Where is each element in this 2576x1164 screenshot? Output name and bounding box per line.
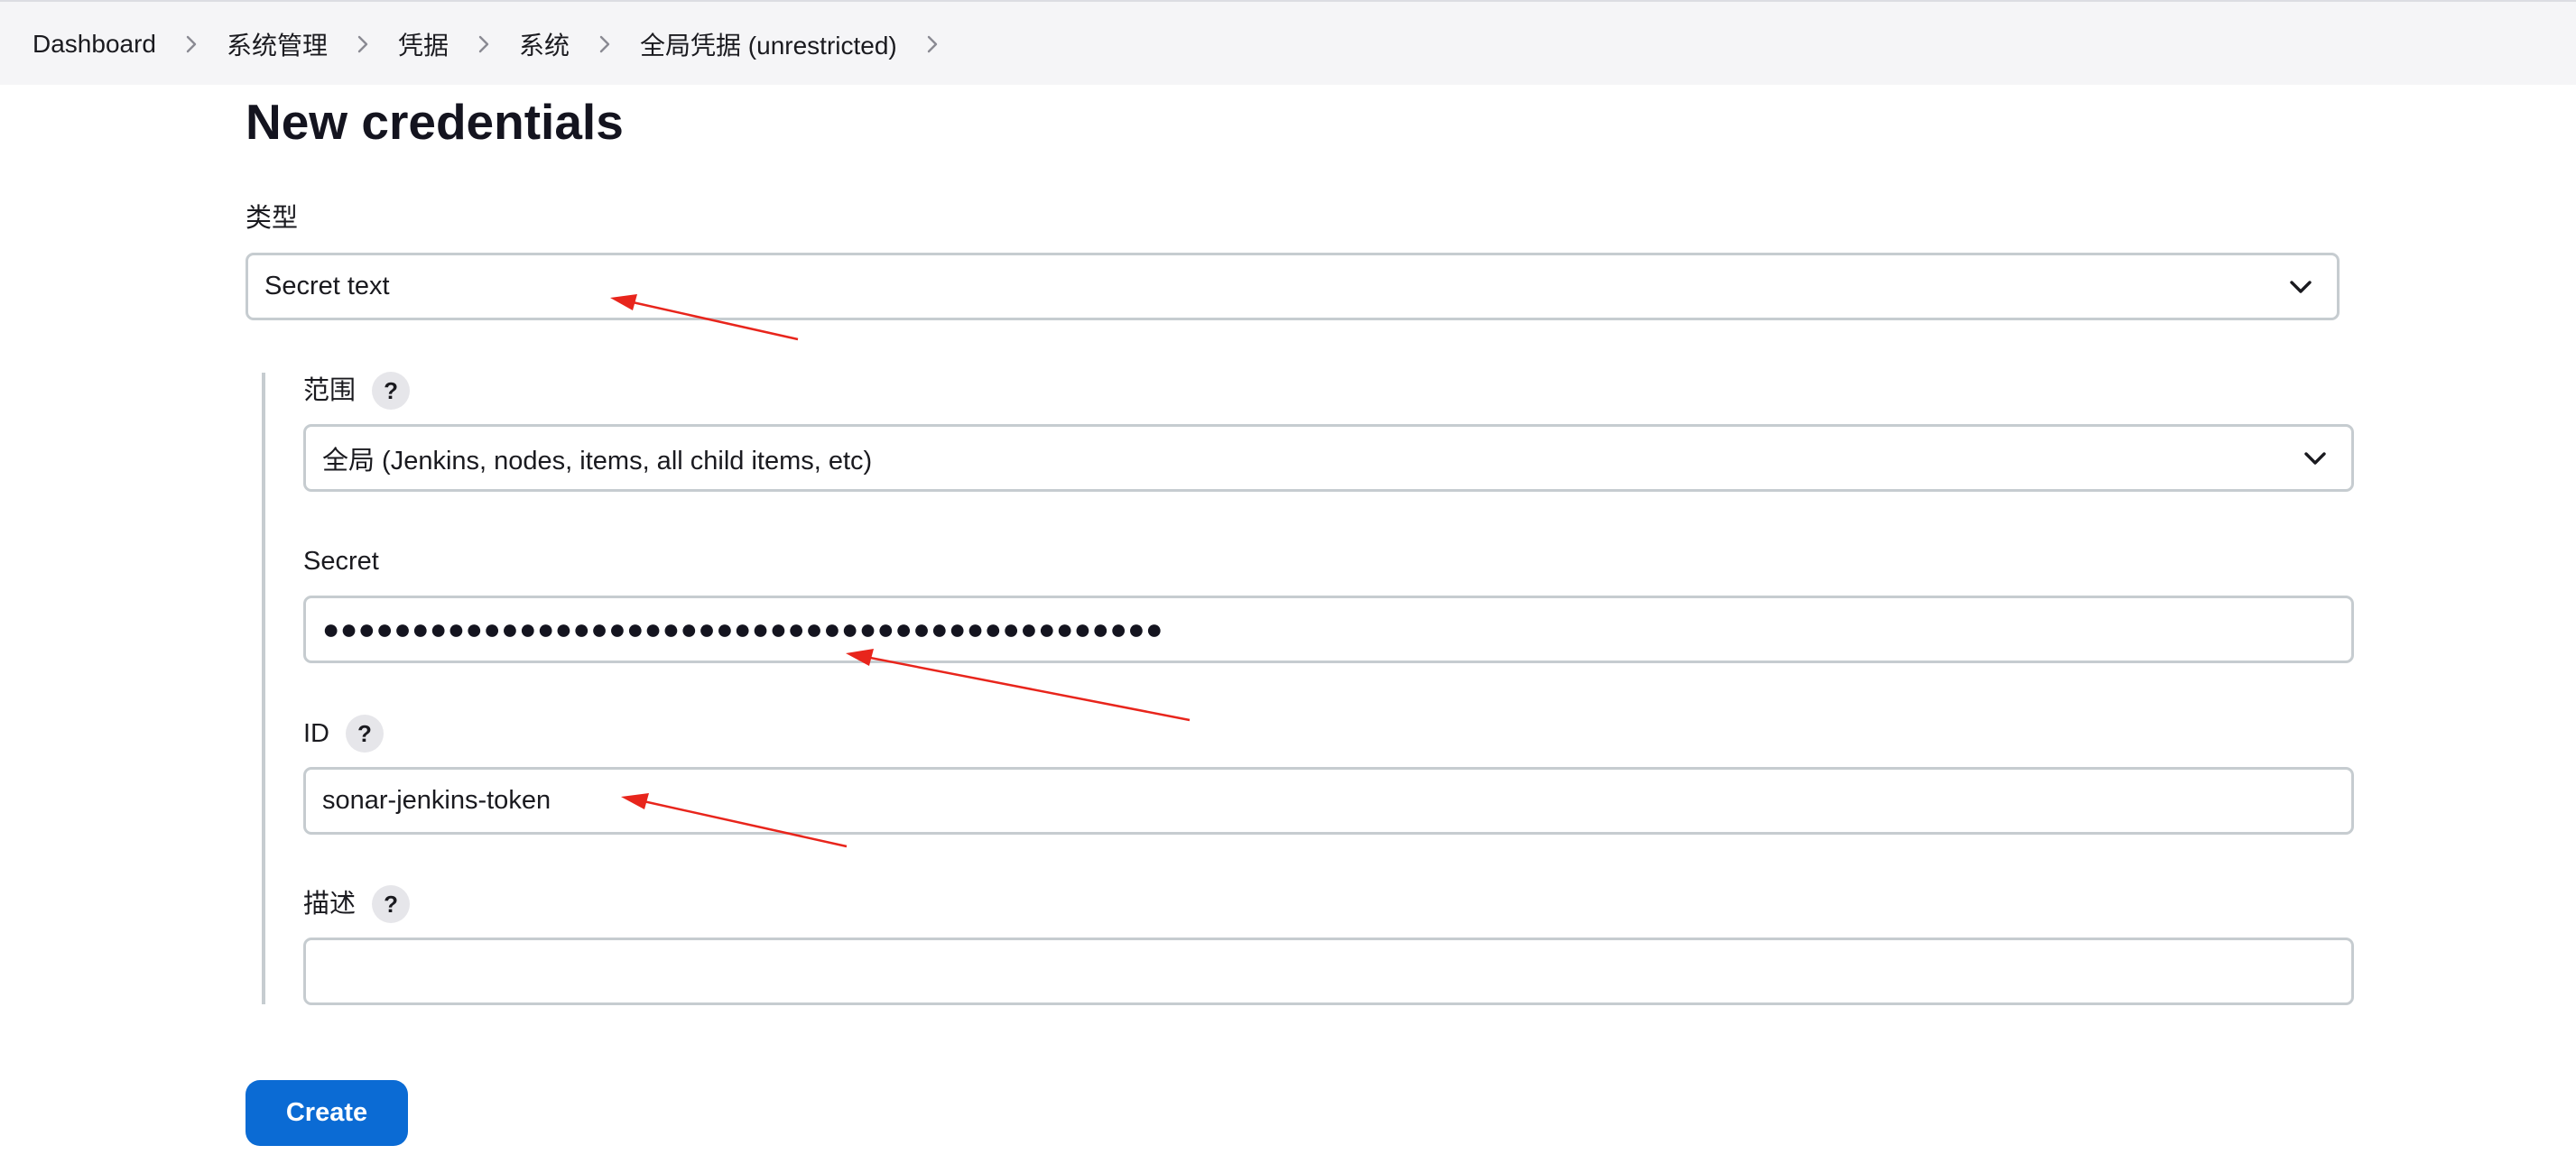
- help-icon[interactable]: ?: [372, 372, 411, 410]
- nested-section-border: [262, 373, 265, 1004]
- breadcrumb-bar: Dashboard 系统管理 凭据 系统 全局凭据 (unrestricted): [0, 0, 2576, 85]
- chevron-down-icon: [2284, 271, 2317, 303]
- id-input-value: sonar-jenkins-token: [322, 786, 551, 815]
- id-input[interactable]: sonar-jenkins-token: [303, 767, 2354, 835]
- secret-masked-value: ●●●●●●●●●●●●●●●●●●●●●●●●●●●●●●●●●●●●●●●●…: [322, 613, 1163, 645]
- chevron-right-icon[interactable]: [349, 31, 376, 58]
- help-icon[interactable]: ?: [346, 715, 384, 753]
- create-button[interactable]: Create: [246, 1080, 408, 1146]
- id-label: ID ?: [303, 715, 384, 753]
- scope-label: 范围 ?: [303, 372, 411, 410]
- breadcrumb-credentials[interactable]: 凭据: [398, 26, 449, 62]
- scope-label-text: 范围: [303, 376, 357, 405]
- secret-label: Secret: [303, 543, 379, 579]
- chevron-right-icon[interactable]: [591, 31, 618, 58]
- breadcrumb-system-management[interactable]: 系统管理: [227, 26, 328, 62]
- chevron-right-icon[interactable]: [178, 31, 205, 58]
- secret-label-text: Secret: [303, 547, 379, 576]
- id-label-text: ID: [303, 719, 329, 748]
- type-label-text: 类型: [246, 204, 299, 233]
- scope-select[interactable]: 全局 (Jenkins, nodes, items, all child ite…: [303, 424, 2354, 492]
- description-label-text: 描述: [303, 890, 357, 919]
- breadcrumb: Dashboard 系统管理 凭据 系统 全局凭据 (unrestricted): [32, 2, 968, 87]
- chevron-right-icon[interactable]: [470, 31, 497, 58]
- chevron-right-icon[interactable]: [919, 31, 946, 58]
- breadcrumb-global-credentials[interactable]: 全局凭据 (unrestricted): [640, 26, 897, 62]
- breadcrumb-system[interactable]: 系统: [519, 26, 570, 62]
- scope-select-value: 全局 (Jenkins, nodes, items, all child ite…: [322, 446, 873, 476]
- page-title: New credentials: [246, 94, 624, 150]
- type-select[interactable]: Secret text: [246, 253, 2340, 320]
- description-input[interactable]: [303, 938, 2354, 1005]
- secret-input[interactable]: ●●●●●●●●●●●●●●●●●●●●●●●●●●●●●●●●●●●●●●●●…: [303, 596, 2354, 663]
- chevron-down-icon: [2299, 442, 2331, 475]
- type-select-value: Secret text: [264, 272, 390, 300]
- breadcrumb-dashboard[interactable]: Dashboard: [32, 30, 156, 59]
- type-label: 类型: [246, 200, 298, 236]
- description-label: 描述 ?: [303, 885, 411, 923]
- help-icon[interactable]: ?: [372, 885, 411, 923]
